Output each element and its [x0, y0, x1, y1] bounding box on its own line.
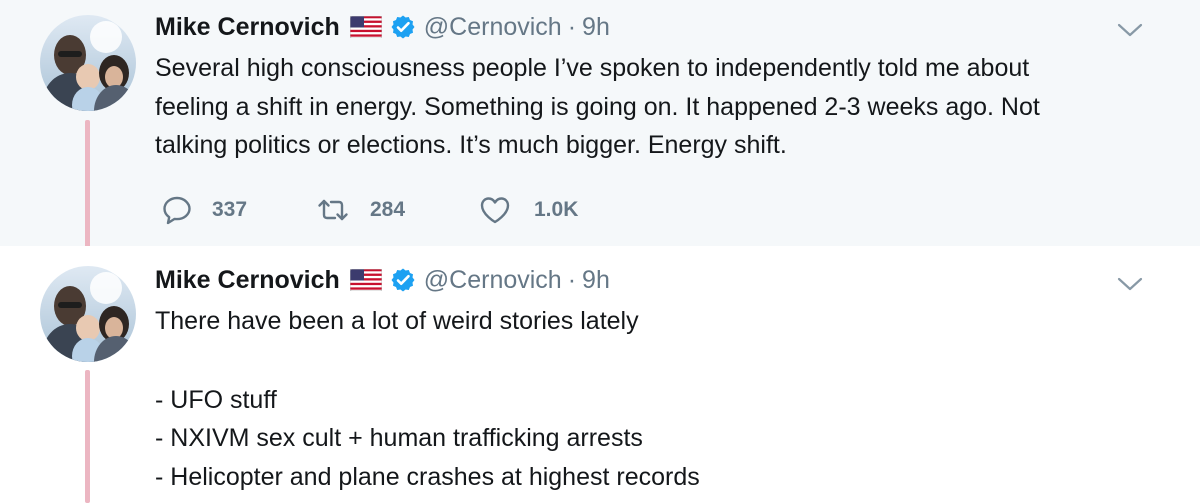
- chevron-down-icon[interactable]: [1115, 20, 1145, 40]
- tweet-focused[interactable]: Mike Cernovich @Cernovich · 9h Several h…: [0, 0, 1200, 260]
- avatar[interactable]: [40, 266, 136, 362]
- heart-icon: [478, 193, 512, 227]
- tweet-reply[interactable]: Mike Cernovich @Cernovich · 9h There hav…: [0, 246, 1200, 503]
- tweet-text-line: Several high consciousness people I’ve s…: [155, 54, 1030, 82]
- us-flag-icon: [349, 268, 383, 292]
- tweet-actions: 337 284 1.0K: [160, 190, 578, 230]
- tweet-header: Mike Cernovich @Cernovich · 9h: [155, 10, 610, 44]
- us-flag-icon: [349, 15, 383, 39]
- tweet-text-line: There have been a lot of weird stories l…: [155, 307, 639, 335]
- author-handle[interactable]: @Cernovich: [424, 266, 562, 295]
- verified-badge-icon: [390, 14, 416, 40]
- reply-count: 337: [212, 198, 248, 221]
- author-name[interactable]: Mike Cernovich: [155, 13, 340, 42]
- timestamp[interactable]: 9h: [582, 266, 610, 295]
- author-name[interactable]: Mike Cernovich: [155, 266, 340, 295]
- retweet-count: 284: [370, 198, 406, 221]
- tweet-text-line: feeling a shift in energy. Something is …: [155, 92, 1040, 121]
- tweet-text-line: - UFO stuff: [155, 385, 277, 414]
- separator-dot: ·: [567, 12, 577, 41]
- retweet-button[interactable]: 284: [316, 193, 478, 227]
- tweet-text-line: - Helicopter and plane crashes at highes…: [155, 462, 700, 491]
- retweet-icon: [316, 193, 350, 227]
- like-button[interactable]: 1.0K: [478, 193, 578, 227]
- chevron-down-icon[interactable]: [1115, 274, 1145, 294]
- reply-button[interactable]: 337: [160, 193, 316, 227]
- avatar[interactable]: [40, 15, 136, 111]
- tweet-text: Several high consciousness people I’ve s…: [155, 49, 1165, 165]
- separator-dot: ·: [567, 265, 577, 294]
- thread-connector-line: [85, 370, 90, 503]
- tweet-text-line: - NXIVM sex cult + human trafficking arr…: [155, 424, 643, 452]
- verified-badge-icon: [390, 267, 416, 293]
- like-count: 1.0K: [534, 198, 579, 221]
- reply-icon: [160, 193, 194, 227]
- tweet-header: Mike Cernovich @Cernovich · 9h: [155, 263, 610, 297]
- thread-connector-line: [85, 120, 90, 260]
- tweet-text-line: talking politics or elections. It’s much…: [155, 131, 787, 159]
- tweet-text: There have been a lot of weird stories l…: [155, 302, 1165, 496]
- timestamp[interactable]: 9h: [582, 13, 610, 42]
- author-handle[interactable]: @Cernovich: [424, 13, 562, 42]
